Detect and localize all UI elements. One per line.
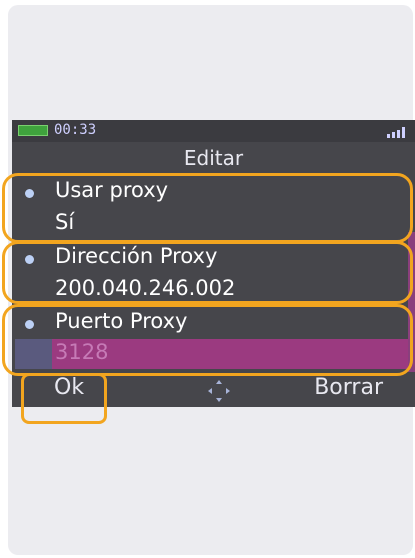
port-input[interactable]: 3128 [15, 339, 409, 369]
signal-icon [387, 127, 405, 138]
setting-value: 200.040.246.002 [55, 276, 236, 300]
battery-icon [18, 125, 48, 136]
bullet-icon [25, 320, 34, 329]
setting-label: Puerto Proxy [55, 309, 188, 333]
nav-pad-icon [208, 380, 230, 402]
setting-label: Dirección Proxy [55, 244, 218, 268]
bullet-icon [25, 255, 34, 264]
ok-softkey[interactable]: Ok [54, 375, 84, 400]
text-cursor [15, 339, 52, 369]
setting-direccion-proxy[interactable]: Dirección Proxy 200.040.246.002 [12, 243, 415, 305]
softkey-bar: Ok Borrar [12, 375, 415, 407]
phone-screen: 00:33 Editar Usar proxy Sí Dirección Pro… [12, 120, 415, 407]
setting-value: Sí [55, 210, 75, 234]
setting-usar-proxy[interactable]: Usar proxy Sí [12, 177, 415, 239]
setting-label: Usar proxy [55, 178, 169, 202]
status-bar: 00:33 [12, 120, 415, 142]
bullet-icon [25, 189, 34, 198]
port-input-value: 3128 [55, 340, 109, 364]
scrollbar[interactable] [408, 232, 415, 372]
borrar-softkey[interactable]: Borrar [314, 375, 383, 400]
screen-title: Editar [183, 146, 244, 170]
status-time: 00:33 [54, 122, 97, 138]
